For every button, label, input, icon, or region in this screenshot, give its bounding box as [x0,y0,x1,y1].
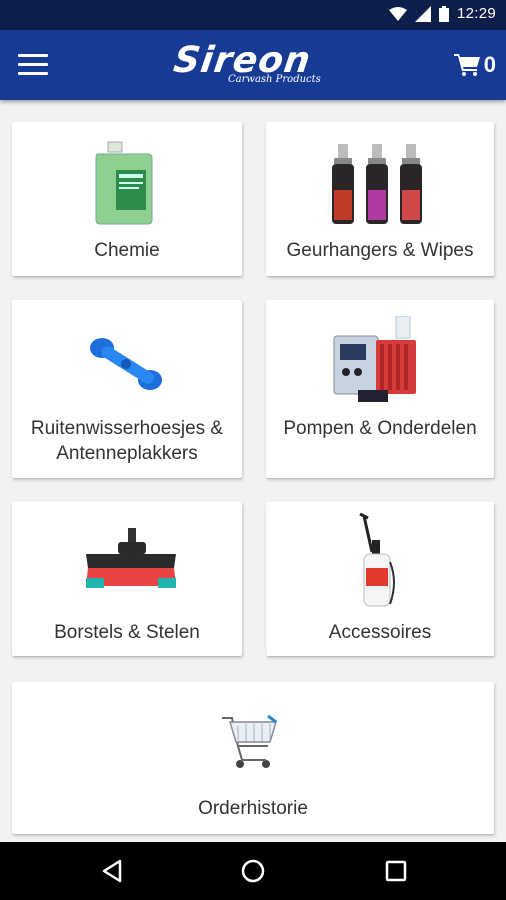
category-card-pompen[interactable]: Pompen & Onderdelen [266,300,494,478]
home-icon[interactable] [238,856,268,886]
status-time: 12:29 [456,5,496,22]
category-card-orderhistorie[interactable]: Orderhistorie [12,682,494,834]
recents-icon[interactable] [381,856,411,886]
battery-icon [438,5,449,22]
category-label: Geurhangers & Wipes [286,240,474,261]
category-label-line1: Ruitenwisserhoesjes & [30,418,224,439]
status-bar: 12:29 [0,0,506,30]
signal-icon [414,5,431,22]
cart-icon [453,54,480,76]
cart-count: 0 [483,52,496,77]
dosing-pump-image [333,316,416,402]
shopping-cart-image [222,714,278,768]
category-card-accessoires[interactable]: Accessoires [266,502,494,656]
wifi-icon [388,6,407,21]
category-label: Accessoires [328,622,432,643]
category-grid: Chemie Geurhangers & Wipes Ruitenwisserh… [0,100,506,842]
cart-button[interactable]: 0 [453,52,496,78]
sireon-logo: Sireon Carwash Products [170,38,340,92]
category-label: Chemie [94,240,160,261]
logo-tagline: Carwash Products [228,74,321,85]
pressure-sprayer-image [359,512,395,607]
category-label: Pompen & Onderdelen [283,418,477,439]
app-bar: Sireon Carwash Products 0 [0,30,506,100]
category-label: Borstels & Stelen [54,622,200,643]
spray-bottles-image [332,144,422,224]
category-card-borstels[interactable]: Borstels & Stelen [12,502,242,656]
category-card-ruitenwisserhoesjes[interactable]: Ruitenwisserhoesjes & Antenneplakkers [12,300,242,478]
category-card-chemie[interactable]: Chemie [12,122,242,276]
category-label: Orderhistorie [198,798,308,819]
wash-brush-image [86,528,176,588]
back-icon[interactable] [98,856,128,886]
menu-icon[interactable] [18,54,48,76]
system-nav-bar [0,842,506,900]
category-label-line2: Antenneplakkers [56,443,198,464]
category-card-geurhangers[interactable]: Geurhangers & Wipes [266,122,494,276]
chemical-canister-image [95,141,153,225]
blue-clip-image [90,338,162,390]
